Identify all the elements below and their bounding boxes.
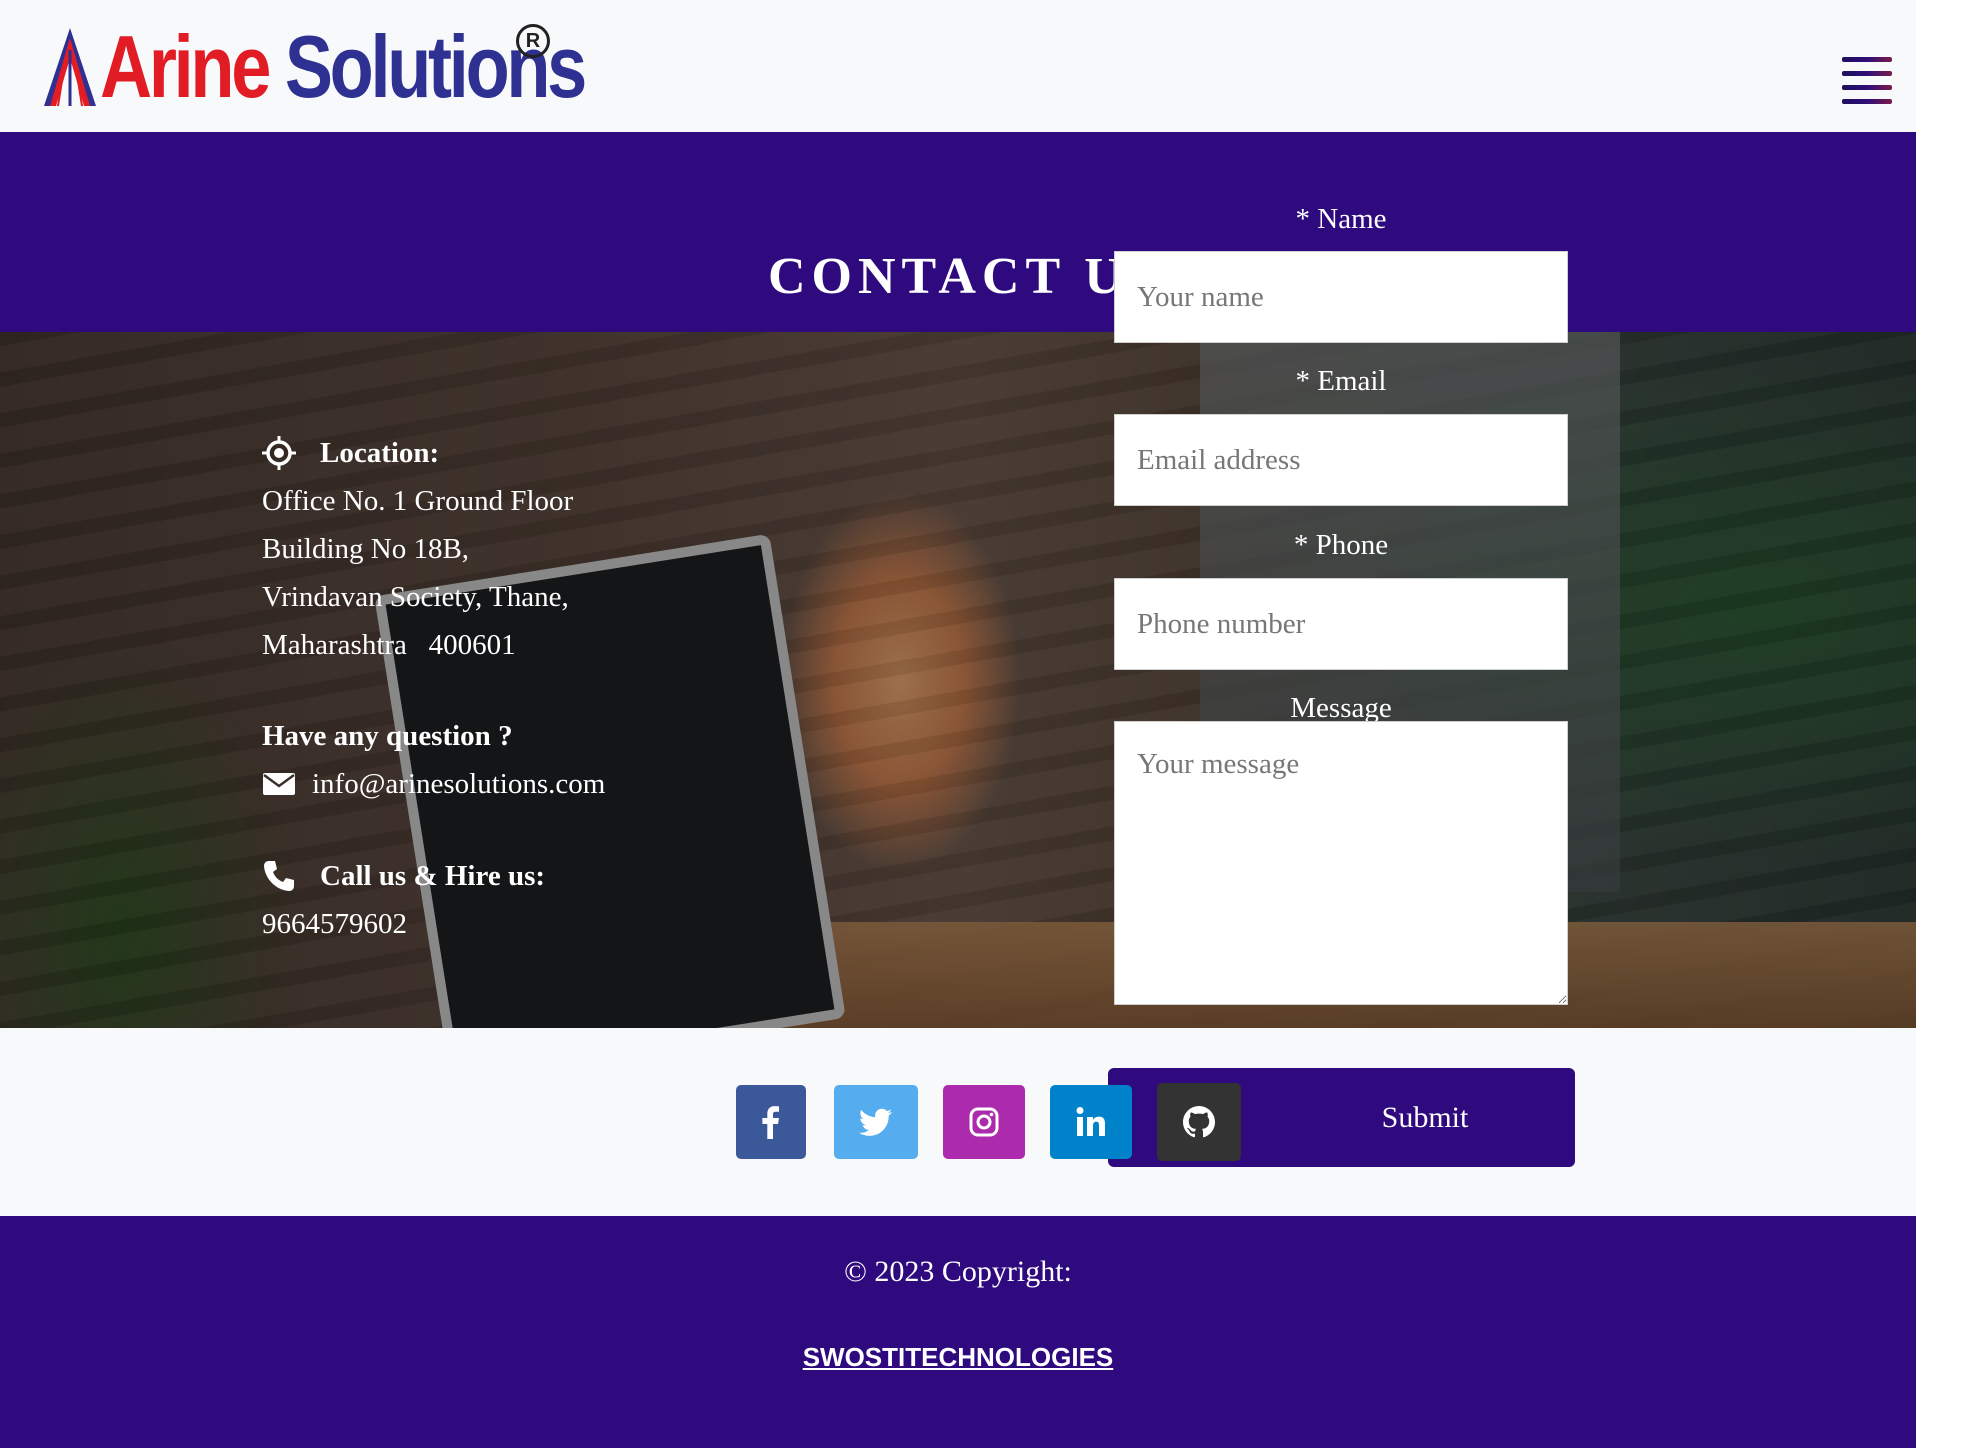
instagram-button[interactable]: [943, 1085, 1025, 1159]
brand-name: Arine Solutions: [100, 22, 587, 112]
header: Arine Solutions R: [0, 0, 1916, 132]
logo-mark-icon: [44, 28, 96, 107]
call-block: Call us & Hire us: 9664579602: [262, 852, 545, 948]
github-button[interactable]: [1157, 1083, 1241, 1161]
message-textarea[interactable]: [1114, 721, 1568, 1005]
call-heading: Call us & Hire us:: [262, 852, 545, 900]
facebook-button[interactable]: [736, 1085, 806, 1159]
envelope-icon: [263, 773, 295, 795]
phone-label: * Phone: [1293, 529, 1389, 561]
submit-label: Submit: [1381, 1101, 1469, 1134]
address-line: Maharashtra 400601: [262, 629, 516, 661]
twitter-icon: [859, 1108, 892, 1136]
page-title: CONTACT US: [768, 247, 1163, 305]
email-line: info@arinesolutions.com: [262, 760, 605, 808]
address-line: Vrindavan Society, Thane,: [262, 581, 569, 613]
brand-logo[interactable]: Arine Solutions R: [44, 22, 690, 112]
question-block: Have any question ? info@arinesolutions.…: [262, 712, 605, 808]
instagram-icon: [969, 1107, 999, 1137]
location-block: Location: Office No. 1 Ground Floor Buil…: [262, 429, 573, 669]
address-line: Office No. 1 Ground Floor: [262, 485, 574, 517]
email-label: * Email: [1295, 365, 1387, 397]
phone-number[interactable]: 9664579602: [262, 900, 545, 948]
question-heading: Have any question ?: [262, 720, 513, 752]
crosshair-location-icon: [262, 436, 296, 470]
github-icon: [1183, 1106, 1215, 1138]
location-heading-label: Location:: [320, 437, 440, 469]
email-link[interactable]: info@arinesolutions.com: [312, 760, 605, 808]
company-link-wrapper: SWOSTITECHNOLOGIES: [0, 1342, 1916, 1373]
location-heading: Location:: [262, 429, 573, 477]
name-label: * Name: [1295, 203, 1387, 235]
linkedin-icon: [1076, 1107, 1105, 1136]
copyright-text: © 2023 Copyright:: [844, 1255, 1072, 1288]
phone-icon: [264, 861, 294, 891]
facebook-icon: [762, 1106, 779, 1139]
footer: [0, 1216, 1916, 1448]
brand-name-part1: Arine: [100, 17, 271, 116]
twitter-button[interactable]: [834, 1085, 918, 1159]
linkedin-button[interactable]: [1050, 1085, 1132, 1159]
company-link[interactable]: SWOSTITECHNOLOGIES: [803, 1342, 1114, 1372]
name-input[interactable]: [1114, 251, 1568, 343]
hamburger-menu-icon[interactable]: [1842, 57, 1892, 105]
email-input[interactable]: [1114, 414, 1568, 506]
registered-mark: R: [516, 24, 550, 58]
phone-input[interactable]: [1114, 578, 1568, 670]
page: Arine Solutions R CONTACT US Location: O…: [0, 0, 1916, 1448]
address-line: Building No 18B,: [262, 533, 470, 565]
call-heading-label: Call us & Hire us:: [320, 860, 546, 892]
